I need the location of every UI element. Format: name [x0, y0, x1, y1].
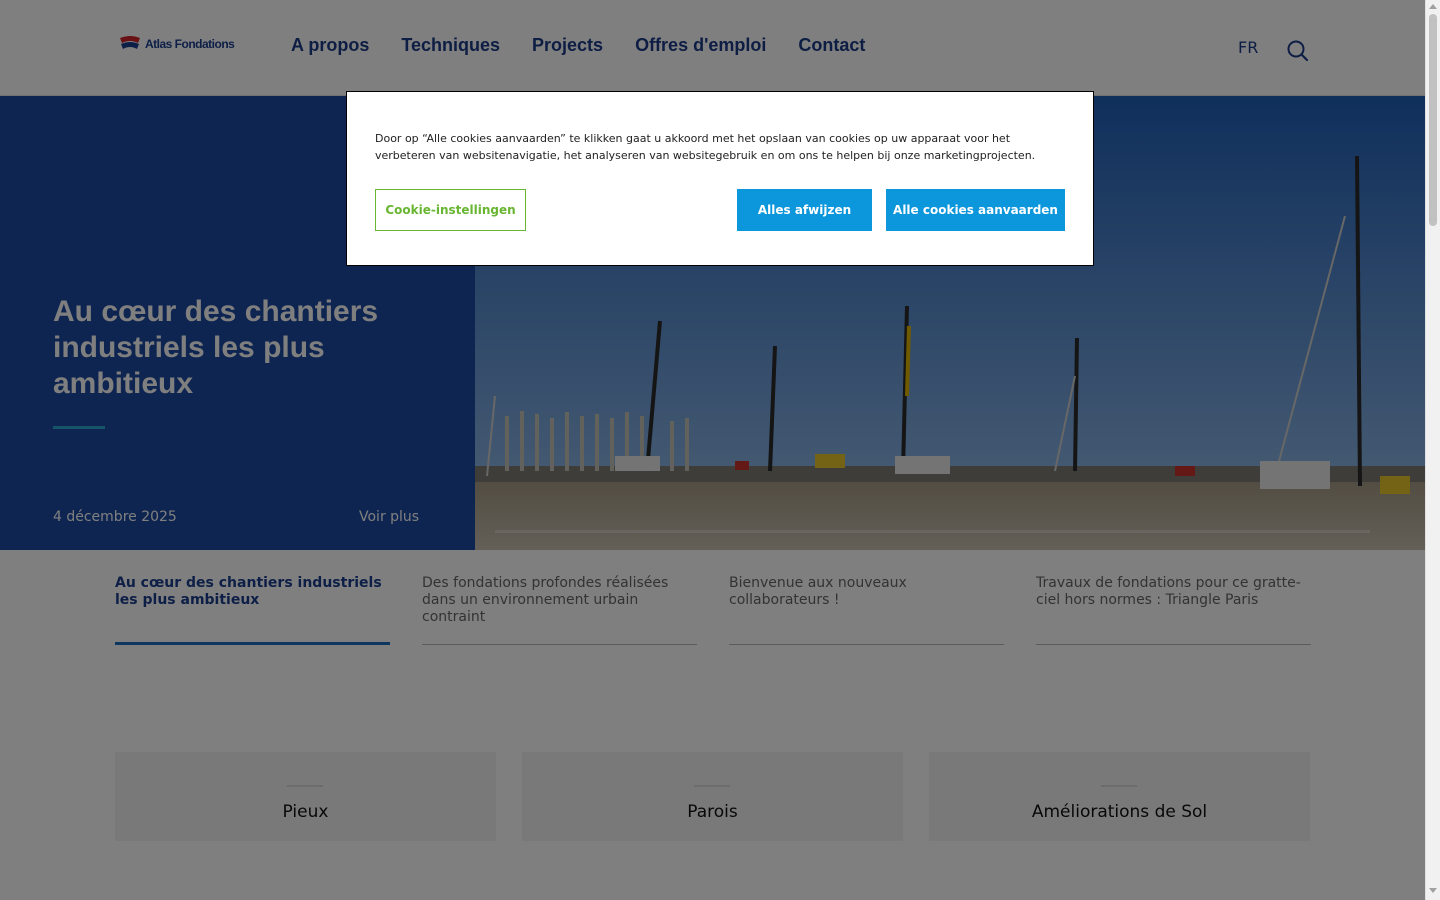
page-scrollbar[interactable] — [1425, 0, 1440, 900]
cookie-banner: Door op “Alle cookies aanvaarden” te kli… — [346, 91, 1094, 266]
cookie-text: Door op “Alle cookies aanvaarden” te kli… — [375, 132, 1036, 162]
cookie-settings-button[interactable]: Cookie-instellingen — [375, 189, 526, 231]
scrollbar-thumb[interactable] — [1429, 14, 1437, 226]
scroll-down-arrow-icon[interactable] — [1429, 888, 1437, 893]
reject-all-button[interactable]: Alles afwijzen — [737, 189, 872, 231]
accept-all-cookies-button[interactable]: Alle cookies aanvaarden — [886, 189, 1065, 231]
scroll-up-arrow-icon[interactable] — [1429, 4, 1437, 9]
